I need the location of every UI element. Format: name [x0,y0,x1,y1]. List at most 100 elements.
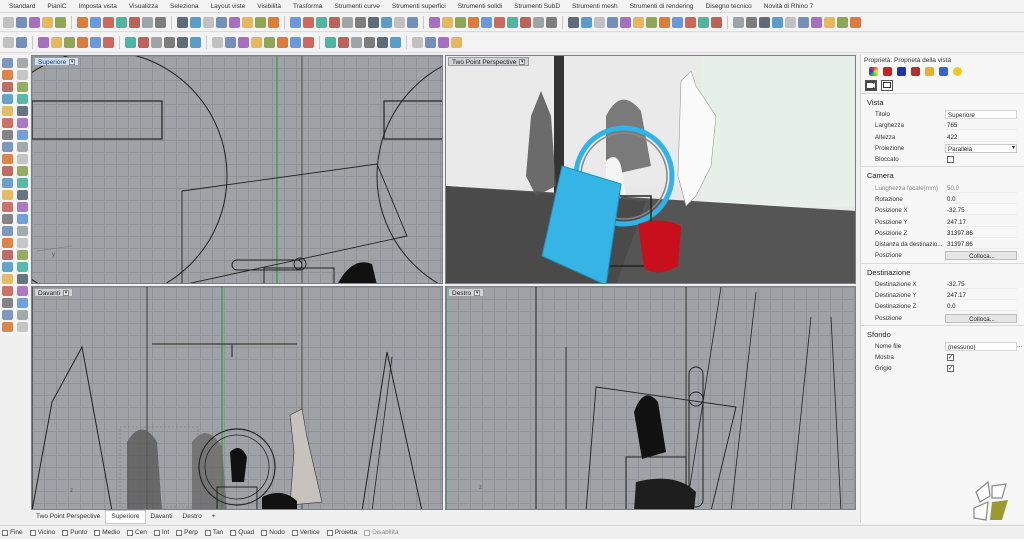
tool-icon[interactable] [17,274,28,284]
osnap-option[interactable]: Punto [62,529,87,536]
brush-icon[interactable] [911,67,920,76]
osnap-checkbox[interactable] [176,529,183,536]
tool-icon[interactable] [90,37,101,48]
tool-icon[interactable] [468,16,479,28]
tool-icon[interactable] [442,16,453,28]
tool-icon[interactable] [351,37,362,48]
menu-tab[interactable]: Strumenti di rendering [624,0,700,13]
tool-icon[interactable] [2,274,13,284]
tool-icon[interactable] [646,16,657,28]
proiezione-select[interactable]: Parallela [945,144,1017,154]
dz-value[interactable]: 0.0 [945,302,1017,312]
tool-icon[interactable] [212,37,223,48]
posx-value[interactable]: -32.75 [945,206,1017,216]
menu-tab[interactable]: Seleziona [164,0,205,13]
tool-icon[interactable] [2,106,13,116]
tool-icon[interactable] [2,310,13,320]
tool-icon[interactable] [2,142,13,152]
viewport-label-right[interactable]: Destro ▾ [448,288,485,297]
tool-icon[interactable] [51,37,62,48]
tool-icon[interactable] [16,37,27,48]
tool-icon[interactable] [425,37,436,48]
object-icon[interactable] [897,67,906,76]
menu-tab[interactable]: Strumenti solidi [452,0,508,13]
tool-icon[interactable] [17,82,28,92]
tool-icon[interactable] [2,298,13,308]
tool-icon[interactable] [290,16,301,28]
bulb-icon[interactable] [953,67,962,76]
tool-icon[interactable] [494,16,505,28]
tool-icon[interactable] [77,37,88,48]
tool-icon[interactable] [216,16,227,28]
tool-icon[interactable] [138,37,149,48]
tool-icon[interactable] [429,16,440,28]
tool-icon[interactable] [2,94,13,104]
osnap-checkbox[interactable] [204,529,211,536]
osnap-option[interactable]: Tan [204,529,223,536]
tool-icon[interactable] [264,37,275,48]
posy-value[interactable]: 247.17 [945,218,1017,227]
tool-icon[interactable] [2,238,13,248]
tool-icon[interactable] [42,16,53,28]
viewport-label-top[interactable]: Superiore ▾ [34,57,80,66]
osnap-option[interactable]: Fine [2,529,23,536]
tool-icon[interactable] [455,16,466,28]
tool-icon[interactable] [2,70,13,80]
bloccato-checkbox[interactable] [947,156,954,164]
tool-icon[interactable] [17,70,28,80]
menu-tab[interactable]: Imposta vista [73,0,123,13]
menu-tab[interactable]: Standard [3,0,41,13]
mostra-checkbox[interactable]: ✓ [947,354,954,362]
tool-icon[interactable] [2,58,13,68]
viewport-front[interactable]: z Davanti ▾ [31,286,443,510]
tool-icon[interactable] [355,16,366,28]
tool-icon[interactable] [3,16,14,28]
viewport-tab[interactable]: Davanti [146,511,178,523]
osnap-checkbox[interactable] [326,529,333,536]
texture-icon[interactable] [939,67,948,76]
tool-icon[interactable] [316,16,327,28]
tool-icon[interactable] [90,16,101,28]
tool-icon[interactable] [17,118,28,128]
viewport-menu-arrow[interactable]: ▾ [69,59,76,66]
tool-icon[interactable] [2,178,13,188]
tool-icon[interactable] [368,16,379,28]
osnap-option[interactable]: Medio [94,529,120,536]
osnap-option[interactable]: Vicino [29,529,55,536]
tool-icon[interactable] [303,16,314,28]
tool-icon[interactable] [798,16,809,28]
viewport-frame-icon[interactable] [881,79,893,91]
menu-tab[interactable]: Visualizza [123,0,164,13]
tool-icon[interactable] [850,16,861,28]
viewport-perspective[interactable]: Two Point Perspective ▾ [445,55,856,284]
osnap-checkbox[interactable] [153,529,160,536]
osnap-option[interactable]: Proietta [326,529,357,536]
dx-value[interactable]: -32.75 [945,280,1017,289]
tool-icon[interactable] [17,178,28,188]
tool-icon[interactable] [103,37,114,48]
tool-icon[interactable] [17,322,28,332]
osnap-option[interactable]: Int [153,529,169,536]
osnap-option[interactable]: Perp [176,529,198,536]
menu-tab[interactable]: Trasforma [287,0,328,13]
camera-colloca-button[interactable]: Colloca... [945,251,1017,261]
osnap-checkbox[interactable] [2,529,8,536]
tool-icon[interactable] [620,16,631,28]
osnap-checkbox[interactable] [364,529,371,536]
browse-button[interactable]: ... [1017,343,1023,349]
tool-icon[interactable] [2,202,13,212]
rotazione-value[interactable]: 0.0 [945,195,1017,204]
menu-tab[interactable]: Visibilità [251,0,287,13]
osnap-checkbox[interactable] [291,529,298,536]
tool-icon[interactable] [164,37,175,48]
tool-icon[interactable] [438,37,449,48]
tool-icon[interactable] [507,16,518,28]
osnap-checkbox[interactable] [230,529,237,536]
color-wheel-icon[interactable] [869,67,878,76]
tool-icon[interactable] [381,16,392,28]
tool-icon[interactable] [190,16,201,28]
tool-icon[interactable] [17,190,28,200]
menu-tab[interactable]: Layout viste [205,0,252,13]
tool-icon[interactable] [17,226,28,236]
tool-icon[interactable] [698,16,709,28]
